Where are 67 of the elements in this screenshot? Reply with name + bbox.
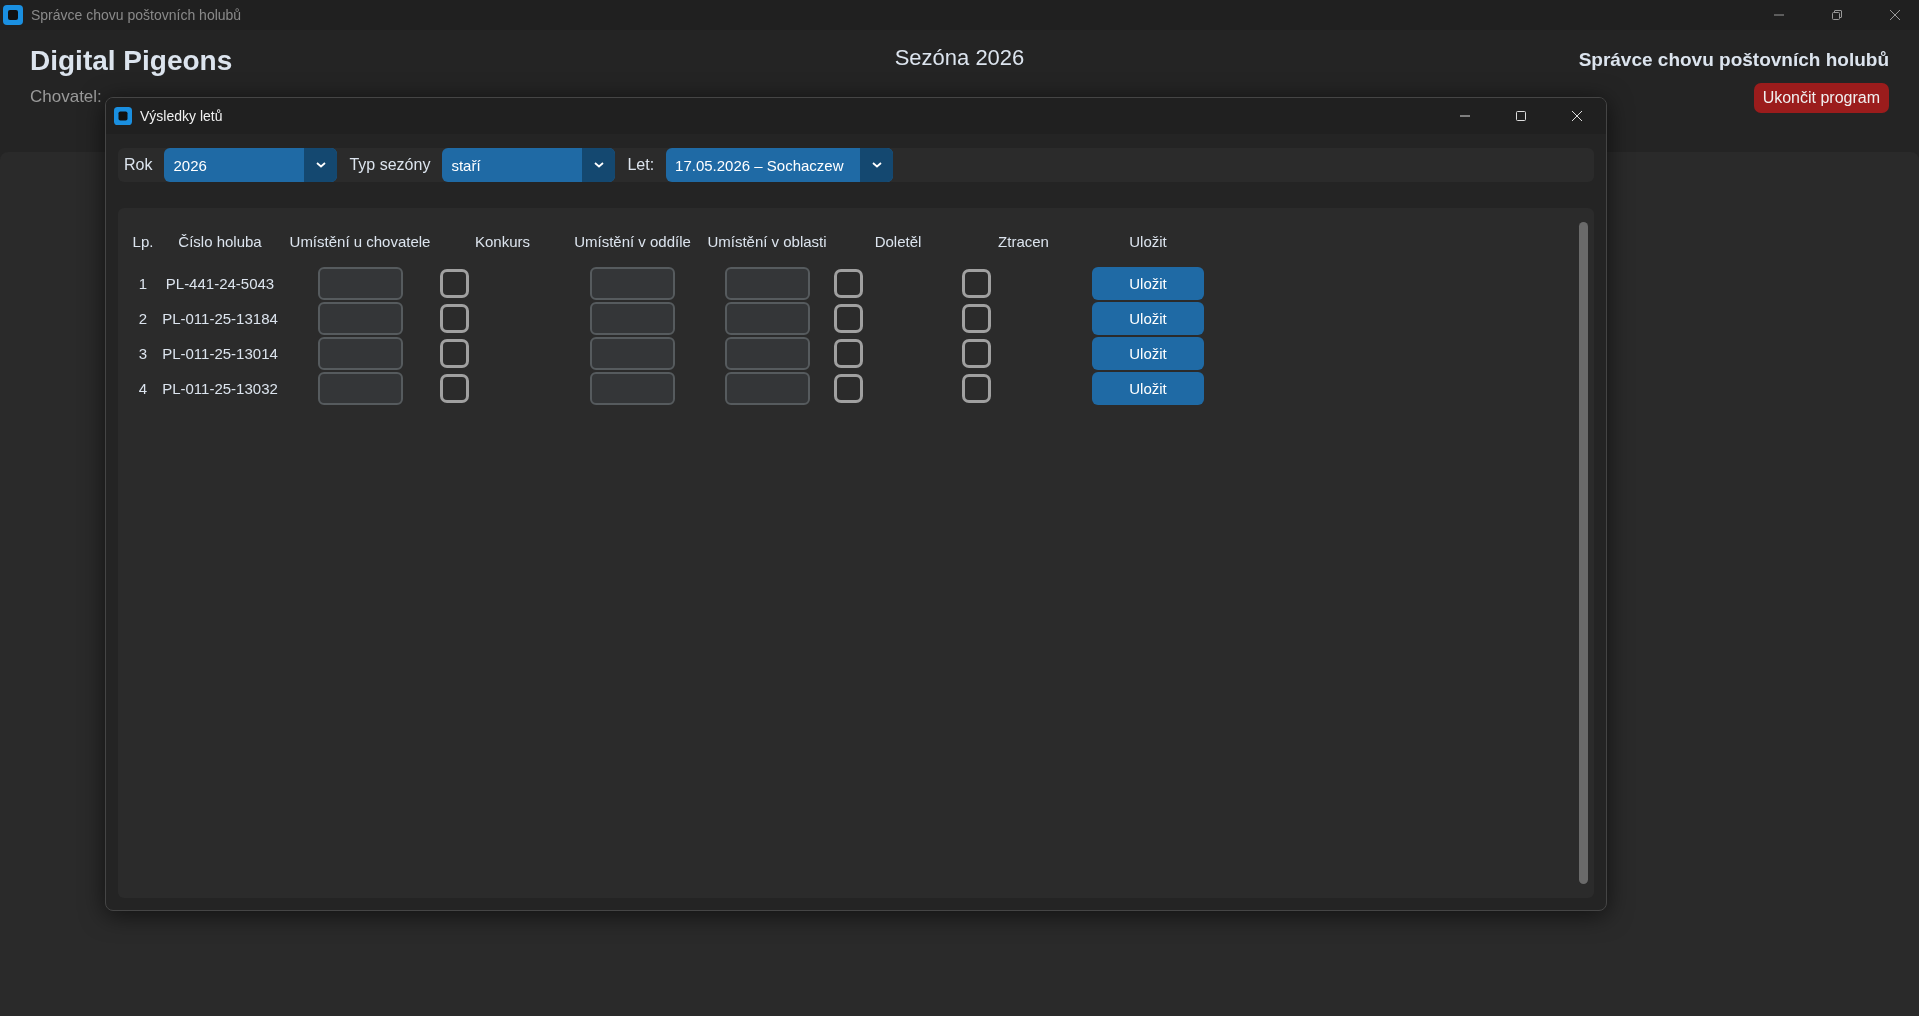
restore-icon[interactable]	[1831, 9, 1843, 21]
placement-field[interactable]	[724, 372, 810, 405]
ring-number: PL-011-25-13014	[162, 345, 278, 362]
save-button[interactable]: Uložit	[1092, 267, 1204, 300]
checkbox[interactable]	[962, 269, 991, 298]
close-icon[interactable]	[1889, 9, 1901, 21]
exit-button[interactable]: Ukončit program	[1753, 83, 1889, 113]
checkbox[interactable]	[834, 374, 863, 403]
scrollbar[interactable]	[1579, 222, 1588, 884]
checkbox[interactable]	[962, 304, 991, 333]
placement-field[interactable]	[724, 302, 810, 335]
checkbox[interactable]	[962, 339, 991, 368]
checkbox[interactable]	[440, 269, 469, 298]
filter-dropdown[interactable]: staří	[442, 148, 616, 182]
app-icon	[114, 107, 132, 125]
placement-field[interactable]	[590, 337, 675, 370]
app-name: Digital Pigeons	[30, 45, 233, 77]
ring-number: PL-441-24-5043	[165, 275, 275, 292]
placement-field[interactable]	[317, 302, 403, 335]
column-header: Konkurs	[475, 232, 530, 250]
column-header: Uložit	[1129, 232, 1167, 250]
filter-label: Let:	[627, 156, 655, 174]
row-number: 4	[138, 380, 148, 397]
chevron-down-icon	[593, 162, 604, 168]
placement-field[interactable]	[590, 302, 675, 335]
dialog-title: Výsledky letů	[140, 108, 223, 124]
column-header: Umístění v oblasti	[707, 232, 827, 250]
filter-dropdown[interactable]: 17.05.2026 – Sochaczew	[666, 148, 894, 182]
placement-field[interactable]	[590, 372, 675, 405]
program-title: Správce chovu poštovních holubů	[1578, 49, 1889, 71]
checkbox[interactable]	[834, 339, 863, 368]
placement-field[interactable]	[317, 337, 403, 370]
row-number: 2	[138, 310, 148, 327]
filter-dropdown[interactable]: 2026	[164, 148, 338, 182]
filter-label: Typ sezóny	[349, 156, 431, 174]
placement-field[interactable]	[317, 267, 403, 300]
checkbox[interactable]	[834, 304, 863, 333]
save-button[interactable]: Uložit	[1092, 372, 1204, 405]
checkbox[interactable]	[440, 374, 469, 403]
column-header: Ztracen	[998, 232, 1049, 250]
column-header: Umístění v oddíle	[574, 232, 691, 250]
save-button[interactable]: Uložit	[1092, 302, 1204, 335]
row-number: 3	[138, 345, 148, 362]
chevron-down-icon	[871, 162, 882, 168]
checkbox[interactable]	[834, 269, 863, 298]
ring-number: PL-011-25-13032	[162, 380, 278, 397]
checkbox[interactable]	[962, 374, 991, 403]
maximize-icon[interactable]	[1515, 110, 1527, 122]
save-button[interactable]: Uložit	[1092, 337, 1204, 370]
ring-number: PL-011-25-13184	[162, 310, 278, 327]
column-header: Doletěl	[874, 232, 922, 250]
column-header: Umístění u chovatele	[289, 232, 431, 250]
checkbox[interactable]	[440, 304, 469, 333]
breeder-label: Chovatel:	[30, 87, 102, 107]
season-title: Sezóna 2026	[894, 45, 1025, 71]
filter-label: Rok	[124, 156, 153, 174]
app-icon	[3, 5, 23, 25]
checkbox[interactable]	[440, 339, 469, 368]
placement-field[interactable]	[724, 267, 810, 300]
row-number: 1	[138, 275, 148, 292]
placement-field[interactable]	[590, 267, 675, 300]
placement-field[interactable]	[724, 337, 810, 370]
window-title: Správce chovu poštovních holubů	[31, 7, 242, 23]
chevron-down-icon	[315, 162, 326, 168]
column-header: Číslo holuba	[178, 232, 262, 250]
column-header: Lp.	[132, 232, 154, 250]
placement-field[interactable]	[317, 372, 403, 405]
